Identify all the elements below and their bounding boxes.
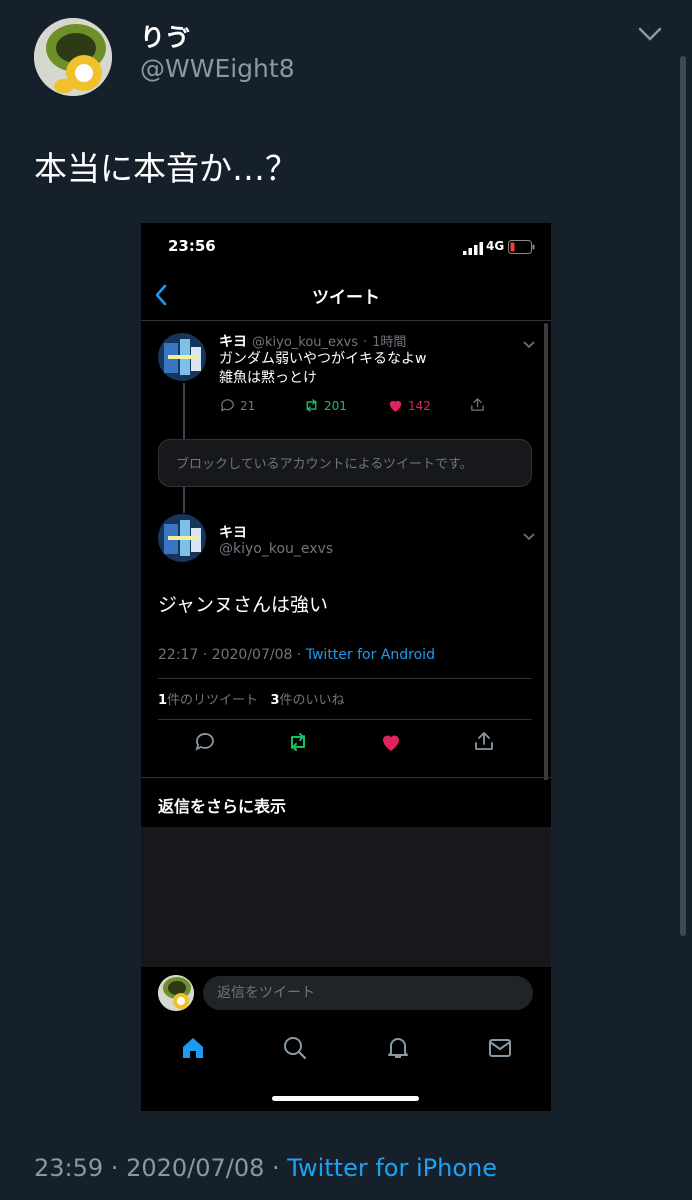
tweet-text: ガンダム弱いやつがイキるなよw 雑魚は黙っとけ: [219, 350, 426, 388]
tweet-source[interactable]: Twitter for Android: [306, 647, 435, 663]
like-label: 件のいいね: [279, 693, 345, 708]
chevron-down-icon[interactable]: [636, 24, 664, 44]
divider: [141, 777, 551, 778]
battery-icon: [508, 239, 535, 254]
search-icon[interactable]: [282, 1035, 308, 1061]
tweet-source[interactable]: Twitter for iPhone: [287, 1154, 497, 1182]
separator-dot: ·: [362, 335, 368, 350]
reply-input[interactable]: 返信をツイート: [203, 976, 533, 1010]
chevron-down-icon[interactable]: [522, 527, 536, 541]
reply-button[interactable]: 21: [219, 397, 255, 414]
tweet-text: ジャンヌさんは強い: [158, 594, 329, 616]
tweet-author-name[interactable]: キヨ: [219, 331, 247, 351]
tweet-timestamp: 23:59 · 2020/07/08 · Twitter for iPhone: [34, 1154, 497, 1182]
tweet-text-line: 雑魚は黙っとけ: [219, 370, 317, 386]
avatar[interactable]: [158, 333, 206, 381]
reply-icon: [220, 399, 234, 412]
signal-icon: [463, 240, 483, 255]
divider: [158, 719, 532, 720]
retweet-icon: [306, 399, 317, 412]
avatar[interactable]: [158, 975, 194, 1011]
share-icon: [471, 398, 484, 411]
chevron-left-icon[interactable]: [154, 284, 168, 306]
scrollbar: [544, 323, 548, 855]
engagement-counts: 1件のリツイート 3件のいいね: [158, 689, 345, 708]
retweet-icon[interactable]: [286, 730, 310, 754]
tweet-author-handle[interactable]: @kiyo_kou_exvs: [252, 335, 358, 350]
screen-title: ツイート: [312, 288, 380, 308]
retweet-button[interactable]: 201: [303, 397, 347, 414]
thread-line: [183, 487, 185, 513]
separator-dot: ·: [103, 1154, 127, 1182]
empty-area: [141, 827, 551, 967]
tweet-date[interactable]: 2020/07/08: [126, 1154, 264, 1182]
chevron-down-icon[interactable]: [522, 335, 536, 349]
like-count: 3: [270, 693, 280, 708]
separator-dot: ·: [264, 1154, 288, 1182]
tweet-text: 本当に本音か…？: [34, 149, 298, 188]
status-time: 23:56: [168, 237, 216, 255]
retweet-count: 201: [324, 398, 347, 413]
tweet-author-handle[interactable]: @kiyo_kou_exvs: [219, 541, 333, 557]
author-handle[interactable]: @WWEight8: [140, 54, 295, 83]
bell-icon[interactable]: [385, 1035, 411, 1061]
tweet-timestamp: 22:17 · 2020/07/08 · Twitter for Android: [158, 647, 435, 663]
divider: [158, 678, 532, 679]
retweet-label: 件のリツイート: [167, 693, 259, 708]
blocked-tweet-notice: ブロックしているアカウントによるツイートです。: [158, 439, 532, 487]
share-button[interactable]: [469, 396, 486, 413]
share-icon[interactable]: [472, 729, 496, 753]
show-more-replies[interactable]: 返信をさらに表示: [158, 793, 286, 817]
retweet-count: 1: [158, 693, 168, 708]
likes-link[interactable]: 3件のいいね: [270, 693, 344, 708]
tweet-author-name[interactable]: キヨ: [219, 522, 247, 542]
retweets-link[interactable]: 1件のリツイート: [158, 693, 258, 708]
scrollbar[interactable]: [680, 56, 686, 936]
tweet-time[interactable]: 23:59: [34, 1154, 103, 1182]
mail-icon[interactable]: [487, 1035, 513, 1061]
heart-icon: [389, 400, 402, 412]
attached-screenshot[interactable]: 23:56 4G ツイート キヨ @kiyo_kou_exvs · 1時間 ガン…: [141, 223, 551, 1111]
tweet-text-line: ガンダム弱いやつがイキるなよw: [219, 351, 427, 367]
like-count: 142: [408, 398, 431, 413]
heart-icon[interactable]: [379, 730, 403, 754]
thread-line: [183, 383, 185, 439]
like-button[interactable]: 142: [387, 397, 431, 414]
tweet-date[interactable]: 22:17 · 2020/07/08 ·: [158, 647, 306, 663]
divider: [141, 320, 551, 321]
author-display-name[interactable]: りゔ: [140, 18, 190, 54]
reply-icon[interactable]: [193, 730, 217, 754]
home-icon[interactable]: [180, 1035, 206, 1061]
network-label: 4G: [486, 239, 505, 253]
tweet-age[interactable]: 1時間: [372, 331, 406, 350]
author-avatar[interactable]: [34, 18, 112, 96]
reply-count: 21: [240, 398, 256, 413]
avatar[interactable]: [158, 514, 206, 562]
home-indicator: [272, 1096, 419, 1101]
